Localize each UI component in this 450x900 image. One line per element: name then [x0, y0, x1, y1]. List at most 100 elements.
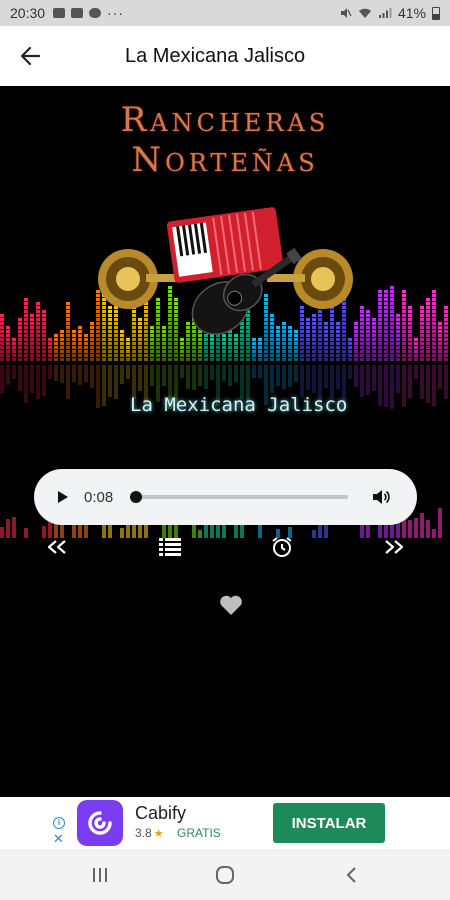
equalizer-reflection: [402, 365, 406, 407]
equalizer-segment: [312, 358, 316, 361]
equalizer-segment: [420, 306, 424, 309]
equalizer-segment: [360, 310, 364, 313]
equalizer-segment: [378, 306, 382, 309]
more-dots-icon: ···: [107, 5, 125, 21]
install-button[interactable]: INSTALAR: [273, 803, 385, 843]
equalizer-segment: [360, 354, 364, 357]
equalizer-segment: [390, 318, 394, 321]
equalizer-segment: [24, 338, 28, 341]
equalizer-segment: [318, 330, 322, 333]
equalizer-segment: [366, 346, 370, 349]
arrow-left-icon: [20, 46, 41, 66]
system-back-button[interactable]: [338, 862, 364, 888]
equalizer-segment: [378, 318, 382, 321]
recent-apps-button[interactable]: [87, 862, 113, 888]
image-icon: [53, 8, 66, 18]
ad-app-name[interactable]: Cabify: [135, 803, 186, 824]
equalizer-segment: [408, 358, 412, 361]
equalizer-reflection: [282, 365, 286, 389]
equalizer-segment: [0, 334, 4, 337]
equalizer-segment: [210, 358, 214, 361]
equalizer-segment: [36, 302, 40, 305]
equalizer-segment: [114, 346, 118, 349]
rewind-button[interactable]: [44, 534, 70, 560]
equalizer-segment: [150, 342, 154, 345]
volume-button[interactable]: [370, 486, 392, 508]
equalizer-segment: [156, 330, 160, 333]
play-button[interactable]: [52, 486, 74, 508]
home-icon: [216, 866, 234, 884]
equalizer-segment: [246, 354, 250, 357]
equalizer-reflection: [12, 365, 16, 379]
audio-player: 0:08: [34, 469, 417, 525]
equalizer-segment: [366, 350, 370, 353]
equalizer-segment: [438, 346, 442, 349]
equalizer-segment: [114, 354, 118, 357]
equalizer-segment: [414, 342, 418, 345]
equalizer-segment: [396, 346, 400, 349]
equalizer-segment: [132, 326, 136, 329]
equalizer-segment: [360, 330, 364, 333]
equalizer-segment: [444, 310, 448, 313]
equalizer-segment: [420, 342, 424, 345]
equalizer-segment: [138, 318, 142, 321]
equalizer-segment: [402, 294, 406, 297]
equalizer-segment: [354, 342, 358, 345]
favorite-button[interactable]: [218, 593, 244, 617]
ad-close-icon[interactable]: ✕: [53, 832, 64, 845]
equalizer-segment: [162, 334, 166, 337]
ad-banner[interactable]: i ✕ Cabify 3.8 ★ GRATIS INSTALAR: [0, 797, 450, 849]
equalizer-segment: [378, 298, 382, 301]
equalizer-reflection: [6, 365, 10, 385]
battery-icon: [432, 6, 440, 20]
equalizer-segment: [84, 334, 88, 337]
equalizer-segment: [96, 338, 100, 341]
equalizer-segment: [366, 358, 370, 361]
equalizer-segment: [396, 358, 400, 361]
equalizer-segment: [432, 358, 436, 361]
equalizer-segment: [144, 326, 148, 329]
equalizer-segment: [48, 350, 52, 353]
ad-info-icon[interactable]: i: [53, 817, 65, 829]
equalizer-segment: [426, 302, 430, 305]
equalizer-segment: [78, 346, 82, 349]
equalizer-segment: [108, 326, 112, 329]
equalizer-segment: [390, 314, 394, 317]
equalizer-reflection: [378, 365, 382, 406]
fast-forward-button[interactable]: [381, 534, 407, 560]
equalizer-segment: [258, 358, 262, 361]
equalizer-segment: [324, 330, 328, 333]
equalizer-segment: [312, 342, 316, 345]
equalizer-segment: [366, 326, 370, 329]
cabify-logo[interactable]: [77, 800, 123, 846]
equalizer-reflection: [348, 365, 352, 379]
equalizer-reflection: [126, 365, 130, 379]
equalizer-segment: [276, 354, 280, 357]
seek-handle[interactable]: [130, 491, 142, 503]
equalizer-segment: [438, 338, 442, 341]
playlist-button[interactable]: [157, 534, 183, 560]
equalizer-segment: [408, 310, 412, 313]
equalizer-segment: [168, 354, 172, 357]
artwork-title-line1: Rancheras: [120, 100, 330, 140]
equalizer-segment: [30, 314, 34, 317]
equalizer-segment: [312, 318, 316, 321]
equalizer-segment: [42, 334, 46, 337]
equalizer-segment: [0, 358, 4, 361]
equalizer-segment: [0, 330, 4, 333]
equalizer-segment: [330, 354, 334, 357]
equalizer-reflection: [234, 365, 238, 382]
equalizer-segment: [102, 322, 106, 325]
equalizer-segment: [342, 338, 346, 341]
equalizer-segment: [294, 358, 298, 361]
seek-bar[interactable]: [130, 491, 348, 503]
home-button[interactable]: [212, 862, 238, 888]
alarm-button[interactable]: [269, 534, 295, 560]
equalizer-segment: [366, 354, 370, 357]
equalizer-segment: [330, 350, 334, 353]
equalizer-segment: [24, 322, 28, 325]
equalizer-segment: [294, 354, 298, 357]
equalizer-segment: [414, 354, 418, 357]
equalizer-segment: [120, 342, 124, 345]
back-button[interactable]: [0, 26, 60, 86]
